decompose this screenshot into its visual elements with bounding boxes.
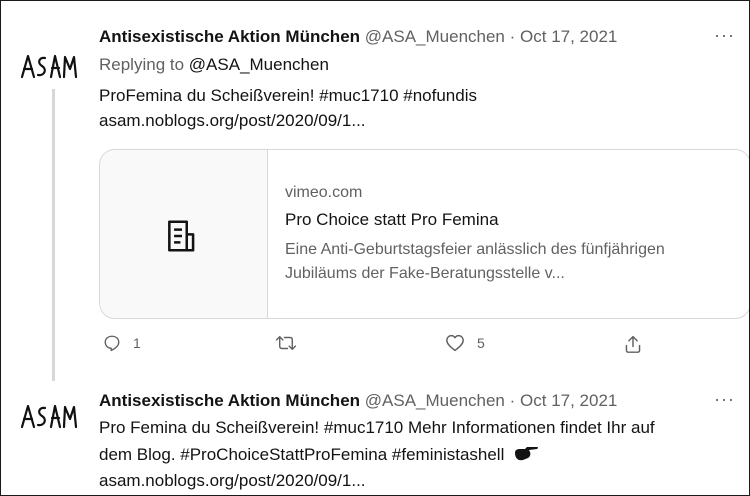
tweet-text-line: Pro Femina du Scheißverein! #muc1710 Meh… — [99, 418, 655, 437]
tweet-header: Antisexistische Aktion München @ASA_Muen… — [99, 26, 617, 48]
separator-dot: · — [509, 27, 516, 46]
reply-count: 1 — [133, 335, 141, 351]
retweet-icon — [275, 336, 297, 350]
author-handle[interactable]: @ASA_Muenchen — [365, 27, 505, 46]
tweet-header: Antisexistische Aktion München @ASA_Muen… — [99, 390, 617, 412]
author-name[interactable]: Antisexistische Aktion München — [99, 391, 360, 410]
tweet-text-line: dem Blog. #ProChoiceStattProFemina #femi… — [99, 444, 539, 466]
pointing-hand-icon — [515, 447, 539, 461]
card-thumbnail — [100, 150, 268, 318]
author-handle[interactable]: @ASA_Muenchen — [365, 391, 505, 410]
tweet-hashtags: dem Blog. #ProChoiceStattProFemina #femi… — [99, 445, 505, 464]
asam-logo-icon — [20, 404, 78, 429]
avatar[interactable] — [19, 399, 79, 439]
card-title: Pro Choice statt Pro Femina — [285, 210, 499, 229]
link-card[interactable]: vimeo.com Pro Choice statt Pro Femina Ei… — [99, 149, 749, 319]
share-button[interactable] — [624, 334, 654, 354]
asam-logo-icon — [20, 54, 78, 79]
more-options-icon[interactable]: ··· — [714, 389, 735, 410]
card-domain: vimeo.com — [285, 184, 363, 201]
like-button[interactable]: 5 — [445, 334, 485, 352]
replying-to: Replying to @ASA_Muenchen — [99, 54, 329, 76]
share-icon — [625, 335, 641, 353]
thread-line — [52, 89, 55, 381]
tweet-date[interactable]: Oct 17, 2021 — [520, 391, 617, 410]
card-description: Eine Anti-Geburtstagsfeier anlässlich de… — [285, 241, 665, 282]
author-name[interactable]: Antisexistische Aktion München — [99, 27, 360, 46]
reply-icon — [104, 335, 120, 352]
reply-button[interactable]: 1 — [103, 334, 141, 352]
document-icon — [168, 220, 195, 252]
retweet-button[interactable] — [275, 334, 309, 352]
like-count: 5 — [477, 335, 485, 351]
tweet-link[interactable]: asam.noblogs.org/post/2020/09/1... — [99, 110, 366, 132]
replying-mention-link[interactable]: @ASA_Muenchen — [189, 55, 329, 74]
heart-icon — [446, 334, 464, 352]
tweet-text-line: ProFemina du Scheißverein! #muc1710 #nof… — [99, 86, 477, 105]
replying-label: Replying to — [99, 55, 185, 74]
avatar[interactable] — [19, 49, 79, 89]
tweet-link[interactable]: asam.noblogs.org/post/2020/09/1... — [99, 470, 366, 492]
separator-dot: · — [509, 391, 516, 410]
tweet-thread: Antisexistische Aktion München @ASA_Muen… — [0, 0, 750, 496]
tweet-date[interactable]: Oct 17, 2021 — [520, 27, 617, 46]
more-options-icon[interactable]: ··· — [714, 25, 735, 46]
